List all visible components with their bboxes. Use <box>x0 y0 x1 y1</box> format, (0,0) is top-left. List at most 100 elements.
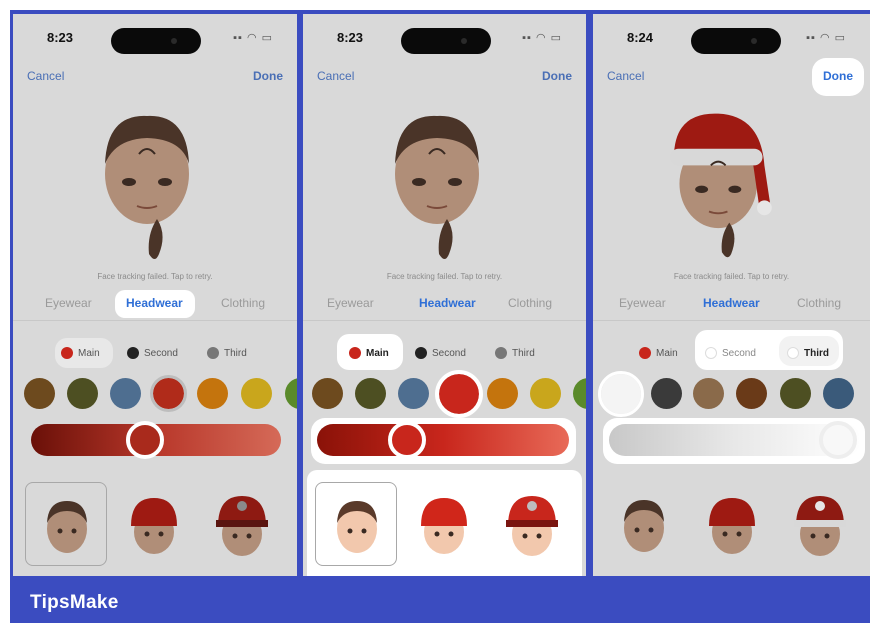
status-bar: 8:24 ▪▪ ◠ ▭ <box>593 28 870 54</box>
option-main[interactable]: Main <box>349 342 389 364</box>
dynamic-island <box>691 28 781 54</box>
headwear-choices <box>593 474 870 576</box>
shade-slider[interactable] <box>31 421 281 459</box>
option-third-label: Third <box>224 347 247 359</box>
signal-wifi-battery-icon: ▪▪ ◠ ▭ <box>522 32 562 44</box>
swatch-brown[interactable] <box>736 378 767 409</box>
second-color-dot <box>127 347 139 359</box>
color-part-options: Main Second Third <box>593 330 870 370</box>
swatch-orange[interactable] <box>487 378 518 409</box>
done-label: Done <box>823 69 853 83</box>
done-button[interactable]: Done <box>812 58 864 96</box>
swatch-green[interactable] <box>573 378 586 409</box>
memoji-preview-santa-hat[interactable] <box>661 94 781 269</box>
memoji-no-headwear-thumb <box>337 501 377 553</box>
color-swatches <box>13 375 297 412</box>
dynamic-island <box>111 28 201 54</box>
dynamic-island <box>401 28 491 54</box>
tab-eyewear[interactable]: Eyewear <box>45 296 92 310</box>
option-third[interactable]: Third <box>495 342 535 364</box>
memoji-preview[interactable] <box>377 94 497 269</box>
memoji-cap-thumb <box>794 496 846 556</box>
swatch-white-selected[interactable] <box>598 371 644 417</box>
option-second[interactable]: Second <box>127 342 178 364</box>
status-bar: 8:23 ▪▪ ◠ ▭ <box>303 28 586 54</box>
status-bar: 8:23 ▪▪ ◠ ▭ <box>13 28 297 54</box>
swatch-blue[interactable] <box>110 378 141 409</box>
swatch-red-selected[interactable] <box>150 375 187 412</box>
choice-beanie[interactable] <box>691 482 773 566</box>
swatch-olive[interactable] <box>780 378 811 409</box>
third-color-dot <box>207 347 219 359</box>
tab-eyewear[interactable]: Eyewear <box>619 296 666 310</box>
choice-cap[interactable] <box>779 482 861 566</box>
swatch-brown[interactable] <box>24 378 55 409</box>
swatch-olive[interactable] <box>355 378 386 409</box>
choice-none[interactable] <box>315 482 397 566</box>
option-second-label: Second <box>432 347 466 359</box>
swatch-green[interactable] <box>285 378 297 409</box>
option-main[interactable]: Main <box>61 342 100 364</box>
done-button[interactable]: Done <box>542 69 572 83</box>
status-time: 8:23 <box>47 30 74 45</box>
option-second[interactable]: Second <box>705 342 756 364</box>
option-main[interactable]: Main <box>639 342 678 364</box>
choice-cap[interactable] <box>491 482 573 566</box>
memoji-no-headwear-thumb <box>624 500 664 552</box>
choice-cap[interactable] <box>201 482 283 566</box>
choice-beanie[interactable] <box>113 482 195 566</box>
option-third-label: Third <box>512 347 535 359</box>
cancel-button[interactable]: Cancel <box>27 69 64 83</box>
slider-knob[interactable] <box>388 421 426 459</box>
swatch-olive[interactable] <box>67 378 98 409</box>
swatch-dark-gray[interactable] <box>651 378 682 409</box>
tab-clothing[interactable]: Clothing <box>221 296 265 310</box>
choice-none[interactable] <box>603 482 685 566</box>
tab-headwear[interactable]: Headwear <box>703 296 760 310</box>
swatch-brown[interactable] <box>312 378 343 409</box>
option-third[interactable]: Third <box>207 342 247 364</box>
tab-clothing[interactable]: Clothing <box>797 296 841 310</box>
color-part-options: Main Second Third <box>13 338 297 368</box>
slider-knob[interactable] <box>126 421 164 459</box>
color-swatches <box>303 370 586 418</box>
tab-eyewear[interactable]: Eyewear <box>327 296 374 310</box>
tab-headwear[interactable]: Headwear <box>419 296 476 310</box>
choice-beanie[interactable] <box>403 482 485 566</box>
swatch-yellow[interactable] <box>241 378 272 409</box>
option-main-label: Main <box>78 347 100 359</box>
main-color-dot <box>61 347 73 359</box>
category-tabs: Eyewear Headwear Clothing <box>593 290 870 316</box>
headwear-choices <box>13 474 297 576</box>
shade-slider[interactable] <box>609 421 861 459</box>
swatch-red-selected[interactable] <box>435 370 483 418</box>
choice-none[interactable] <box>25 482 107 566</box>
option-second[interactable]: Second <box>415 342 466 364</box>
swatch-yellow[interactable] <box>530 378 561 409</box>
done-button[interactable]: Done <box>253 69 283 83</box>
divider <box>13 320 297 321</box>
option-third[interactable]: Third <box>787 342 829 364</box>
swatch-tan[interactable] <box>693 378 724 409</box>
tab-headwear[interactable]: Headwear <box>126 296 183 310</box>
color-swatches <box>593 371 870 417</box>
face-tracking-hint[interactable]: Face tracking failed. Tap to retry. <box>593 272 870 281</box>
slider-knob[interactable] <box>819 421 857 459</box>
second-color-dot <box>705 347 717 359</box>
swatch-orange[interactable] <box>197 378 228 409</box>
face-tracking-hint[interactable]: Face tracking failed. Tap to retry. <box>13 272 297 281</box>
memoji-cap-thumb <box>216 496 268 556</box>
cancel-button[interactable]: Cancel <box>607 69 644 83</box>
tab-clothing[interactable]: Clothing <box>508 296 552 310</box>
phone-screen-2: 8:23 ▪▪ ◠ ▭ Cancel Done Face tracking fa… <box>303 14 586 576</box>
memoji-preview[interactable] <box>87 94 207 269</box>
shade-slider[interactable] <box>317 421 569 459</box>
face-tracking-hint[interactable]: Face tracking failed. Tap to retry. <box>303 272 586 281</box>
main-color-dot <box>349 347 361 359</box>
swatch-blue[interactable] <box>823 378 854 409</box>
swatch-blue[interactable] <box>398 378 429 409</box>
option-second-label: Second <box>144 347 178 359</box>
cancel-button[interactable]: Cancel <box>317 69 354 83</box>
memoji-beanie-thumb <box>421 498 467 554</box>
memoji-beanie-thumb <box>709 498 755 554</box>
